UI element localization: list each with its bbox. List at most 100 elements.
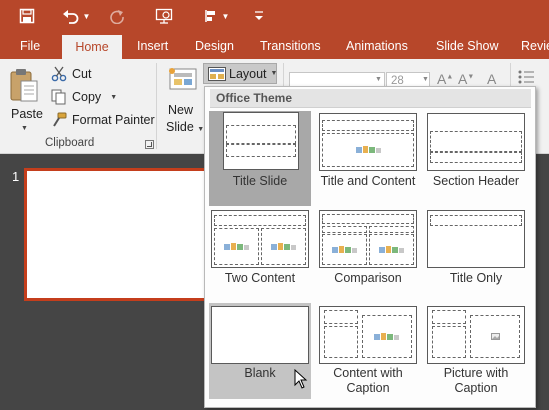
tab-transitions[interactable]: Transitions (260, 33, 321, 59)
mouse-cursor-icon (294, 369, 308, 389)
paste-label: Paste (11, 107, 43, 121)
content-placeholder (214, 228, 259, 265)
heading-placeholder (322, 226, 367, 233)
content-icons-icon (332, 246, 357, 253)
quick-access-toolbar: ▼ ▼ (0, 0, 549, 33)
layout-label: Title and Content (320, 174, 416, 188)
clear-formatting-icon[interactable]: A (487, 71, 496, 87)
tab-insert[interactable]: Insert (137, 33, 168, 59)
slide-label: Slide (166, 120, 194, 134)
layout-label: Comparison (334, 271, 402, 285)
picture-placeholder (470, 315, 520, 358)
layout-preview (211, 306, 309, 364)
tab-slide-show[interactable]: Slide Show (436, 33, 499, 59)
content-icons-icon (271, 243, 296, 250)
text-placeholder (430, 152, 522, 163)
tab-review[interactable]: Revie (521, 33, 549, 59)
title-placeholder (322, 120, 414, 131)
chevron-down-icon: ▼ (422, 76, 429, 83)
content-placeholder (261, 228, 306, 265)
touch-mode-button[interactable]: ▼ (200, 5, 232, 27)
title-placeholder (430, 215, 522, 226)
layout-preview (427, 210, 525, 268)
layout-label: Content with (333, 366, 403, 380)
layout-button[interactable]: Layout ▼ (203, 63, 277, 84)
slide-number: 1 (12, 169, 20, 184)
format-painter-icon (50, 112, 68, 128)
copy-label: Copy (72, 90, 102, 104)
layout-preview (319, 306, 417, 364)
text-placeholder (432, 326, 466, 358)
layout-label: Two Content (224, 271, 296, 285)
new-slide-icon (166, 65, 200, 102)
decrease-font-icon[interactable]: A▼ (458, 71, 474, 87)
new-slide-label-2: Slide ▼ (166, 120, 204, 134)
chevron-down-icon: ▼ (21, 125, 28, 132)
layout-comparison[interactable]: Comparison (317, 208, 419, 303)
tab-file[interactable]: File (20, 33, 40, 59)
content-placeholder (322, 234, 367, 265)
group-divider (156, 63, 157, 149)
content-icons-icon (379, 246, 404, 253)
cut-button[interactable]: Cut (50, 64, 91, 84)
dialog-launcher-icon[interactable] (145, 140, 154, 149)
format-painter-label: Format Painter (72, 113, 155, 127)
heading-placeholder (369, 226, 414, 233)
redo-icon[interactable] (106, 5, 128, 27)
layout-preview (319, 113, 417, 171)
layout-content-with-caption[interactable]: Content with Caption (317, 303, 419, 399)
gallery-header: Office Theme (210, 89, 531, 108)
chevron-down-icon: ▼ (270, 70, 278, 77)
layout-picture-with-caption[interactable]: Picture with Caption (425, 303, 527, 399)
save-icon[interactable] (16, 5, 38, 27)
content-icons-icon (356, 146, 381, 153)
layout-gallery: Office Theme Title Slide Title and Conte… (204, 86, 536, 408)
layout-preview (427, 113, 525, 171)
layout-label-line2: Caption (454, 381, 498, 395)
chevron-down-icon: ▼ (82, 11, 91, 21)
layout-label: Section Header (432, 174, 520, 188)
start-from-beginning-icon[interactable] (153, 5, 175, 27)
clipboard-group-label: Clipboard (45, 137, 95, 149)
layout-preview (427, 306, 525, 364)
content-placeholder (369, 234, 414, 265)
cut-label: Cut (72, 67, 92, 81)
layout-label: Title Slide (232, 174, 288, 188)
title-placeholder (226, 125, 296, 144)
undo-button[interactable]: ▼ (58, 5, 94, 27)
chevron-down-icon: ▼ (221, 11, 230, 21)
ribbon-tabs: File Home Insert Design Transitions Anim… (0, 33, 549, 59)
layout-two-content[interactable]: Two Content (209, 208, 311, 303)
title-placeholder (430, 131, 522, 152)
slide-thumbnail[interactable] (24, 168, 214, 301)
layout-title-only[interactable]: Title Only (425, 208, 527, 303)
new-slide-button[interactable]: New Slide ▼ (160, 63, 204, 139)
layout-label: Picture with (443, 366, 509, 380)
tab-animations[interactable]: Animations (346, 33, 408, 59)
layout-title-slide[interactable]: Title Slide (209, 111, 311, 206)
increase-font-icon[interactable]: A▲ (437, 71, 453, 87)
touch-mode-icon (203, 8, 219, 24)
chevron-down-icon: ▼ (110, 93, 118, 101)
format-painter-button[interactable]: Format Painter (50, 110, 155, 130)
customize-icon[interactable] (252, 5, 266, 27)
content-placeholder (322, 133, 414, 167)
content-icons-icon (224, 243, 249, 250)
layout-icon (208, 66, 226, 81)
new-slide-label: New (168, 103, 194, 117)
title-placeholder (432, 310, 466, 324)
layout-title-and-content[interactable]: Title and Content (317, 111, 419, 206)
paste-icon (9, 67, 39, 108)
undo-icon (62, 8, 80, 24)
title-placeholder (324, 310, 358, 324)
subtitle-placeholder (226, 144, 296, 157)
paste-button[interactable]: Paste ▼ (6, 65, 43, 141)
text-placeholder (324, 326, 358, 358)
layout-label: Title Only (449, 271, 503, 285)
title-placeholder (322, 214, 414, 224)
tab-home[interactable]: Home (62, 35, 122, 59)
tab-design[interactable]: Design (195, 33, 234, 59)
layout-section-header[interactable]: Section Header (425, 111, 527, 206)
scissors-icon (50, 66, 68, 82)
copy-button[interactable]: Copy ▼ (50, 87, 117, 107)
